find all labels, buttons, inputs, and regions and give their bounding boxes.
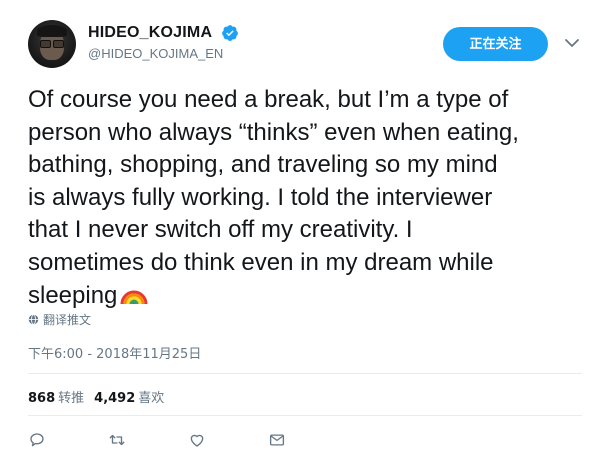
retweet-icon — [109, 434, 125, 446]
tweet-stats: 868 转推 4,492 喜欢 — [28, 387, 164, 406]
rainbow-icon — [120, 290, 148, 304]
avatar-glasses — [40, 40, 64, 48]
envelope-icon — [269, 434, 285, 446]
retweet-stat[interactable]: 868 转推 — [28, 387, 84, 406]
display-name[interactable]: HIDEO_KOJIMA — [88, 24, 212, 42]
heart-icon — [190, 434, 204, 447]
chevron-down-icon[interactable] — [565, 38, 579, 48]
reply-button[interactable] — [28, 430, 108, 450]
like-button[interactable] — [188, 430, 268, 450]
tweet-text-content: Of course you need a break, but I’m a ty… — [28, 86, 519, 309]
divider-bottom — [28, 415, 582, 416]
tweet-card: HIDEO_KOJIMA @HIDEO_KOJIMA_EN 正在关注 Of co… — [0, 0, 610, 476]
divider-top — [28, 373, 582, 374]
following-button[interactable]: 正在关注 — [443, 27, 548, 61]
globe-icon — [28, 314, 39, 325]
translate-tweet-link[interactable]: 翻译推文 — [28, 311, 91, 328]
retweet-button[interactable] — [108, 430, 188, 450]
reply-icon — [30, 433, 44, 447]
translate-label: 翻译推文 — [43, 313, 92, 327]
like-count: 4,492 — [94, 391, 136, 406]
user-handle[interactable]: @HIDEO_KOJIMA_EN — [88, 46, 239, 61]
tweet-timestamp[interactable]: 下午6:00 - 2018年11月25日 — [28, 343, 201, 362]
tweet-text: Of course you need a break, but I’m a ty… — [28, 84, 598, 312]
avatar-hair — [37, 25, 67, 37]
tweet-actions — [28, 430, 348, 450]
verified-badge-icon — [221, 25, 238, 41]
like-stat[interactable]: 4,492 喜欢 — [94, 387, 164, 406]
avatar[interactable] — [28, 20, 76, 68]
retweet-label: 转推 — [58, 391, 85, 406]
author-info: HIDEO_KOJIMA @HIDEO_KOJIMA_EN — [88, 24, 239, 61]
direct-message-button[interactable] — [268, 430, 348, 450]
like-label: 喜欢 — [138, 391, 165, 406]
retweet-count: 868 — [28, 391, 56, 406]
